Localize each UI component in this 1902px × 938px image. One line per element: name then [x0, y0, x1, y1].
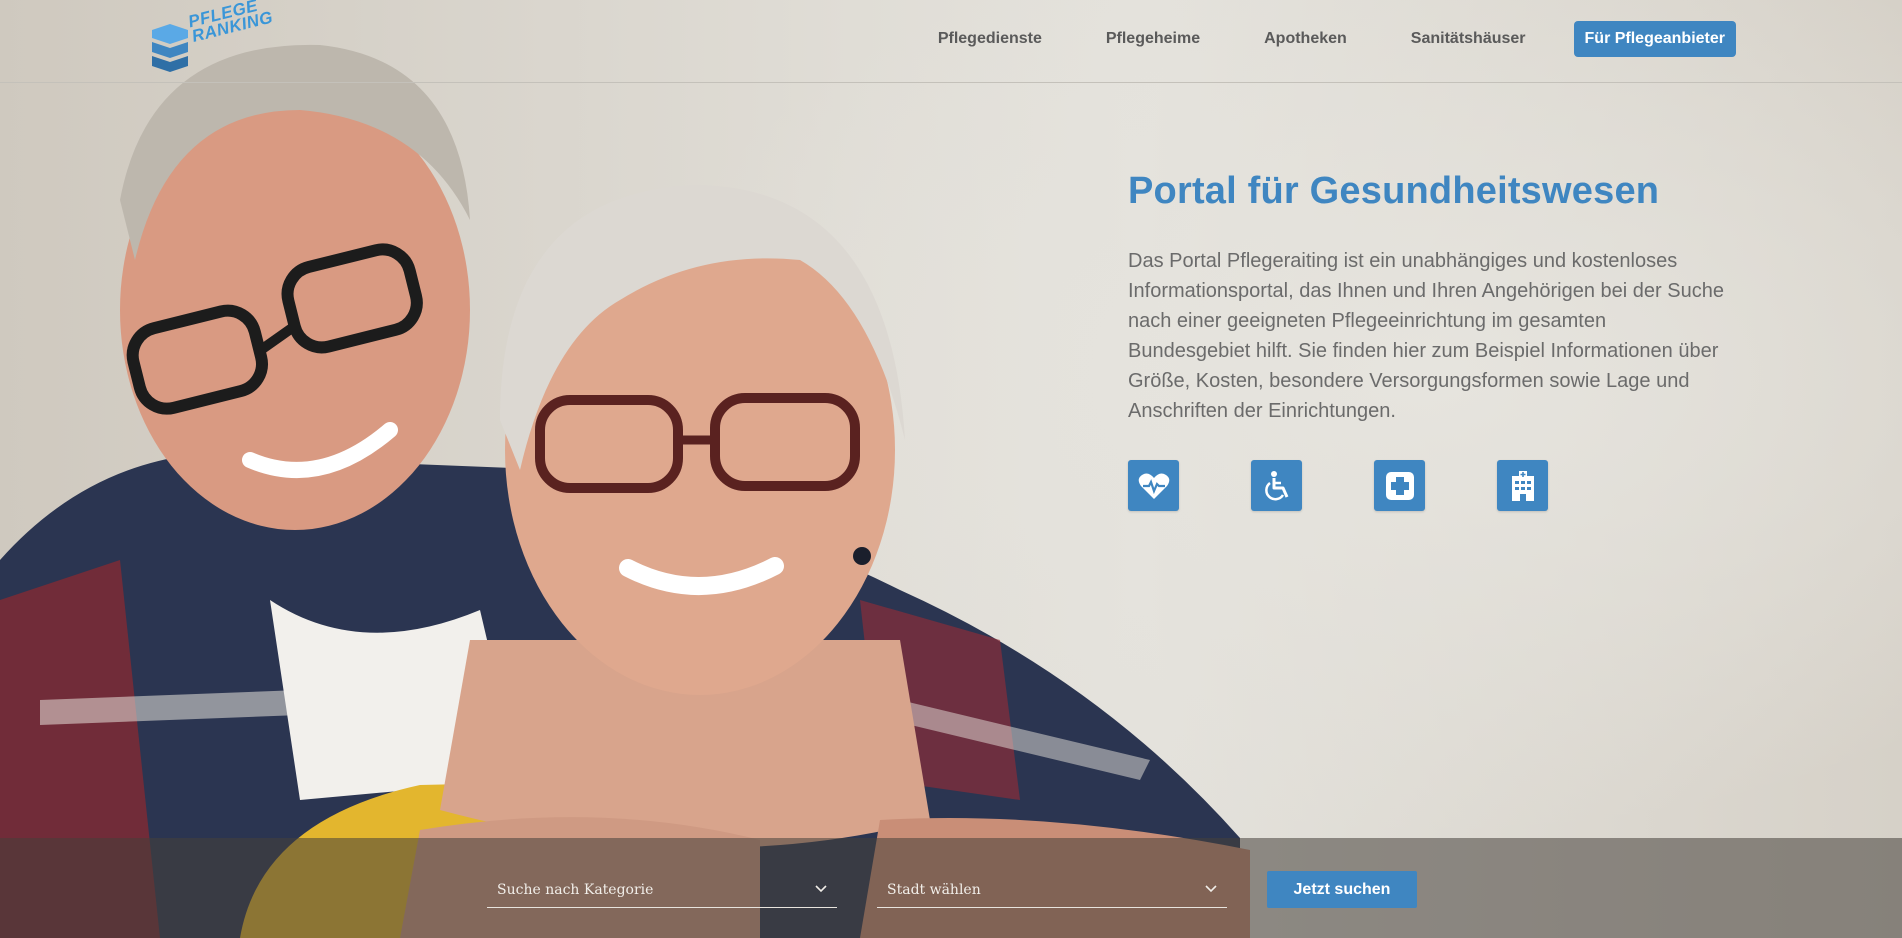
nav-item-apotheken[interactable]: Apotheken — [1264, 30, 1347, 48]
main-nav: Pflegedienste Pflegeheime Apotheken Sani… — [938, 21, 1736, 57]
nav-item-pflegedienste[interactable]: Pflegedienste — [938, 30, 1042, 48]
category-select-label: Suche nach Kategorie — [497, 882, 654, 898]
city-select-label: Stadt wählen — [887, 882, 981, 898]
page-title: Portal für Gesundheitswesen — [1128, 170, 1660, 212]
hospital-building-icon[interactable] — [1497, 460, 1548, 511]
heartbeat-icon[interactable] — [1128, 460, 1179, 511]
logo-cube-icon — [152, 24, 188, 72]
chevron-down-icon — [1205, 885, 1217, 893]
site-logo[interactable]: PFLEGE RANKING — [150, 0, 280, 74]
category-select[interactable]: Suche nach Kategorie — [487, 872, 837, 908]
site-header: PFLEGE RANKING Pflegedienste Pflegeheime… — [0, 0, 1902, 83]
nav-item-sanitaetshaeuser[interactable]: Sanitätshäuser — [1411, 30, 1526, 48]
search-button[interactable]: Jetzt suchen — [1267, 871, 1417, 908]
logo-wordmark: PFLEGE RANKING — [186, 0, 275, 46]
city-select[interactable]: Stadt wählen — [877, 872, 1227, 908]
wheelchair-icon[interactable] — [1251, 460, 1302, 511]
providers-button[interactable]: Für Pflegeanbieter — [1573, 21, 1736, 57]
feature-icons — [1128, 460, 1728, 511]
nav-item-pflegeheime[interactable]: Pflegeheime — [1106, 30, 1200, 48]
medical-cross-icon[interactable] — [1374, 460, 1425, 511]
chevron-down-icon — [815, 885, 827, 893]
intro-section: Portal für Gesundheitswesen Das Portal P… — [1128, 170, 1728, 511]
intro-text: Das Portal Pflegeraiting ist ein unabhän… — [1128, 250, 1724, 422]
search-bar: Suche nach Kategorie Stadt wählen Jetzt … — [0, 838, 1902, 938]
